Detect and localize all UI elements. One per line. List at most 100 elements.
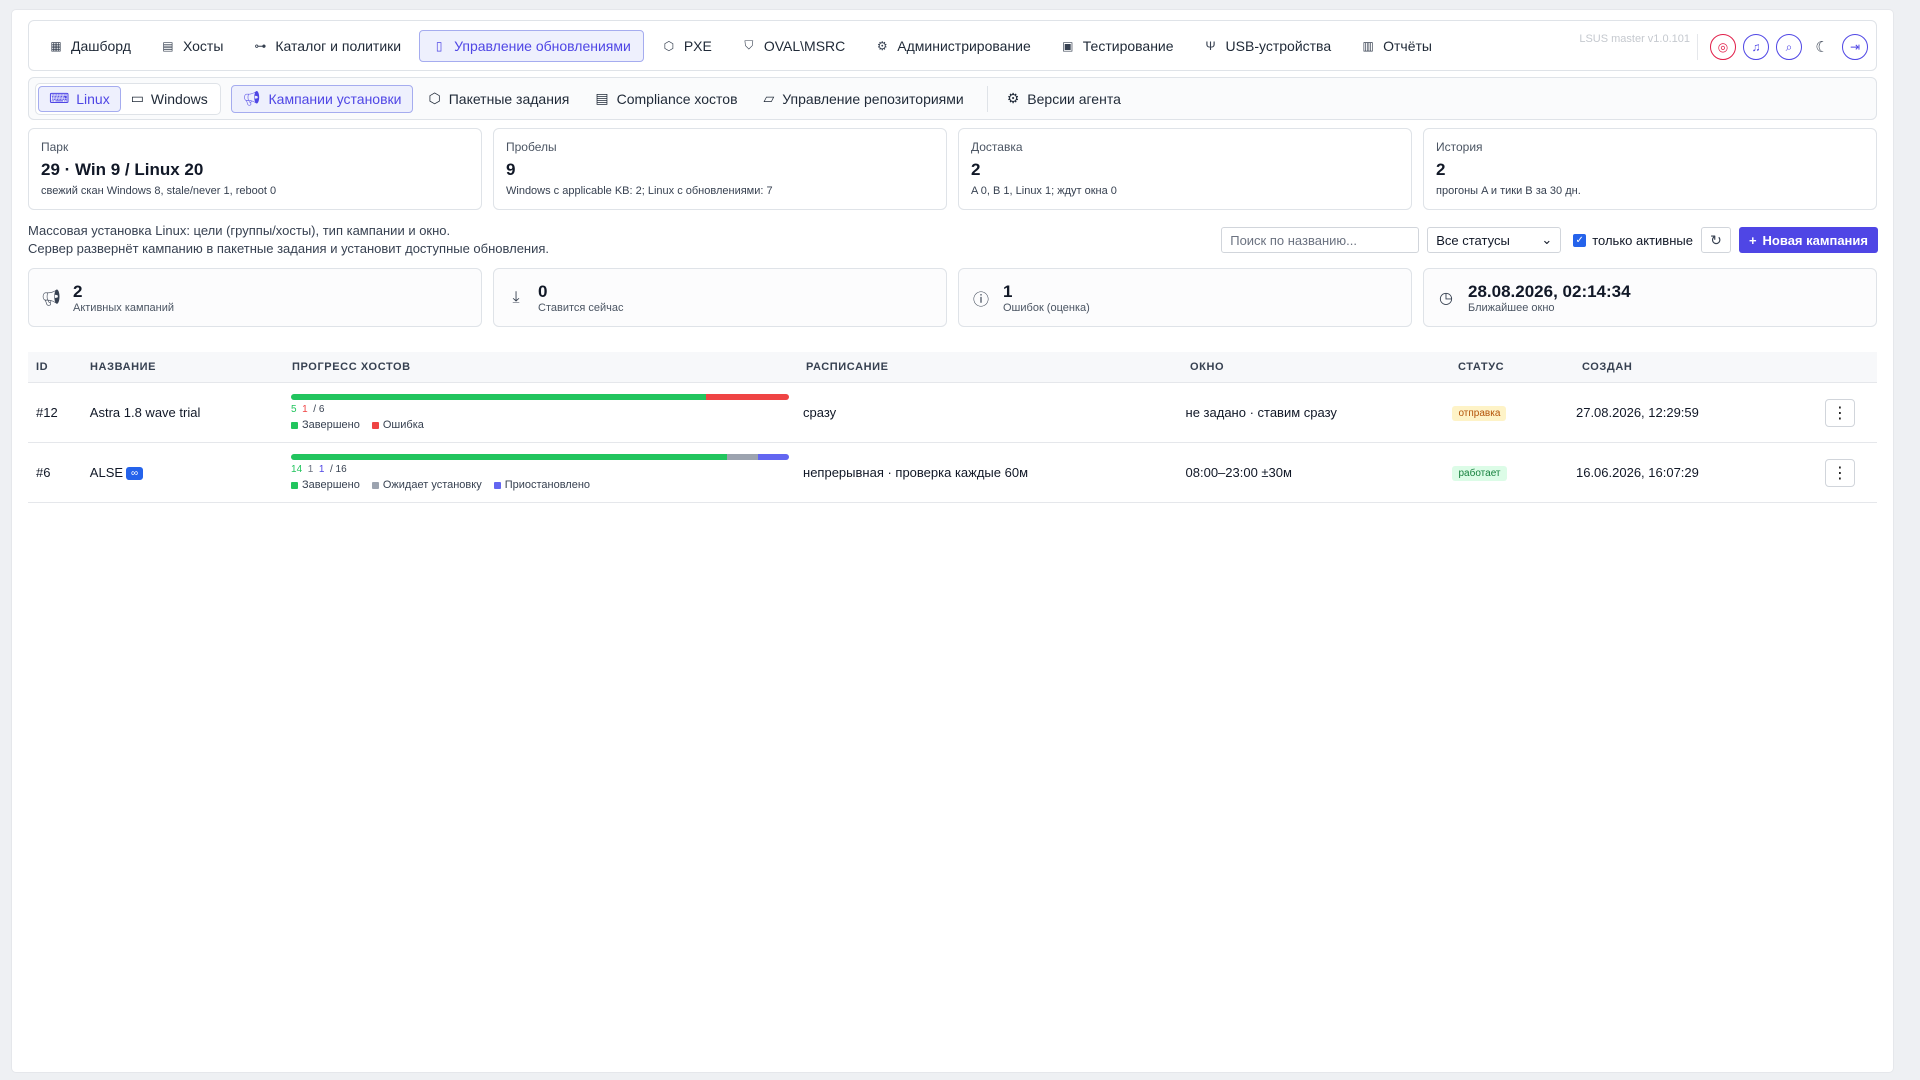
progress-counts: 14 1 1 / 16	[291, 464, 803, 475]
search-input[interactable]	[1221, 227, 1420, 253]
stat-value: 28.08.2026, 02:14:34	[1468, 281, 1631, 301]
nav-label: Хосты	[182, 37, 224, 54]
header-status[interactable]: СТАТУС	[1458, 361, 1582, 373]
nav-admin[interactable]: ⚙ Администрирование	[863, 30, 1043, 62]
tab-label: Кампании установки	[268, 90, 402, 107]
stat-label: Ошибок (оценка)	[1003, 301, 1090, 314]
nav-pxe[interactable]: ⬡ PXE	[650, 30, 724, 62]
failed-count: 1	[302, 404, 308, 415]
help-button[interactable]: ◎	[1710, 34, 1736, 60]
list-icon: ▤	[595, 90, 609, 106]
progress-paused-segment	[757, 454, 790, 460]
kpi-card: Пробелы 9 Windows с applicable KB: 2; Li…	[493, 128, 947, 210]
campaign-name[interactable]: Astra 1.8 wave trial	[90, 405, 291, 420]
nav-oval-msrc[interactable]: ⛉ OVAL\MSRC	[730, 30, 857, 62]
header-window[interactable]: ОКНО	[1190, 361, 1458, 373]
shield-icon: ⛉	[744, 38, 754, 52]
status-select-value: Все статусы	[1436, 232, 1510, 248]
download-icon: ⤓	[512, 288, 520, 306]
status-select[interactable]: Все статусы ⌄	[1427, 227, 1562, 253]
total-count: / 6	[313, 404, 325, 415]
refresh-icon: ↻	[1710, 231, 1722, 248]
header-progress[interactable]: ПРОГРЕСС ХОСТОВ	[292, 361, 806, 373]
stat-value: 1	[1003, 281, 1013, 301]
kpi-card: История 2 прогоны A и тики B за 30 дн.	[1423, 128, 1877, 210]
nav-testing[interactable]: ▣ Тестирование	[1049, 30, 1186, 62]
header-schedule[interactable]: РАСПИСАНИЕ	[806, 361, 1190, 373]
table-header: ID НАЗВАНИЕ ПРОГРЕСС ХОСТОВ РАСПИСАНИЕ О…	[28, 352, 1877, 383]
toolbar: Все статусы ⌄ ✓ только активные ↻ + Новая к…	[1221, 227, 1878, 253]
progress-done-segment	[291, 394, 707, 400]
table-row[interactable]: #6 ALSE ∞ 14 1 1 / 16 Завершено Ожидает у…	[28, 443, 1877, 503]
kpi-card: Доставка 2 A 0, B 1, Linux 1; ждут окна …	[958, 128, 1412, 210]
legend-item: Завершено	[291, 419, 360, 431]
header-created[interactable]: СОЗДАН	[1582, 361, 1832, 373]
new-campaign-button[interactable]: + Новая кампания	[1738, 227, 1878, 253]
stat-label: Ставится сейчас	[538, 301, 624, 314]
stat-value: 0	[538, 281, 548, 301]
only-active-toggle[interactable]: ✓ только активные	[1573, 233, 1693, 248]
top-navigation: ▦ Дашборд ▤ Хосты ⊶ Каталог и политики ▯ Упр…	[28, 20, 1877, 71]
usb-icon: Ψ	[1205, 38, 1216, 53]
done-count: 5	[291, 404, 297, 415]
paused-count: 1	[318, 464, 325, 475]
row-menu-button[interactable]: ⋮	[1825, 398, 1856, 427]
campaign-name-cell[interactable]: ALSE ∞	[90, 465, 291, 481]
terminal-icon: ⌨	[49, 90, 70, 106]
total-count: / 16	[329, 464, 347, 475]
status-badge: работает	[1452, 466, 1507, 481]
tree-icon: ⊶	[254, 38, 267, 53]
tab-compliance[interactable]: ▤ Compliance хостов	[584, 85, 748, 113]
kpi-label: История	[1436, 140, 1483, 154]
kpi-note: прогоны A и тики B за 30 дн.	[1436, 185, 1581, 197]
refresh-button[interactable]: ↻	[1700, 227, 1731, 253]
tab-batch-jobs[interactable]: ⬡ Пакетные задания	[417, 85, 580, 113]
legend-swatch	[371, 481, 379, 489]
tab-campaigns[interactable]: 📢︎ Кампании установки	[230, 84, 414, 113]
theme-toggle[interactable]: ☾	[1809, 34, 1835, 60]
nav-dashboard[interactable]: ▦ Дашборд	[37, 30, 143, 62]
legend-item: Ошибка	[371, 419, 424, 431]
legend-label: Ошибка	[382, 419, 424, 431]
notifications-button[interactable]: ♫	[1743, 34, 1769, 60]
campaign-created: 27.08.2026, 12:29:59	[1575, 405, 1699, 420]
row-menu-button[interactable]: ⋮	[1825, 458, 1856, 487]
legend-item: Завершено	[291, 479, 360, 491]
stat-card: ⤓ 0 Ставится сейчас	[493, 268, 947, 327]
nav-updates[interactable]: ▯ Управление обновлениями	[419, 29, 644, 62]
divider	[986, 85, 988, 112]
header-name[interactable]: НАЗВАНИЕ	[90, 361, 292, 373]
nav-label: PXE	[683, 37, 712, 54]
nav-label: Дашборд	[71, 37, 131, 54]
campaign-created: 16.06.2026, 16:07:29	[1575, 465, 1699, 480]
page-description: Массовая установка Linux: цели (группы/х…	[28, 222, 549, 258]
stat-label: Активных кампаний	[73, 301, 175, 314]
tab-label: Версии агента	[1027, 90, 1121, 107]
legend-label: Ожидает установку	[382, 479, 482, 491]
agent-icon: ⚙	[1006, 90, 1020, 106]
legend-swatch	[493, 481, 501, 489]
megaphone-icon: 📢︎	[40, 289, 62, 307]
campaign-window: 08:00–23:00 ±30м	[1185, 465, 1292, 480]
nav-usb[interactable]: Ψ USB-устройства	[1192, 30, 1344, 62]
nav-label: Управление обновлениями	[454, 37, 631, 54]
os-windows[interactable]: ▭ Windows	[121, 86, 218, 112]
nav-catalog[interactable]: ⊶ Каталог и политики	[241, 30, 413, 62]
os-linux[interactable]: ⌨ Linux	[38, 85, 121, 112]
moon-icon: ☾	[1815, 39, 1829, 56]
progress-waiting-segment	[726, 454, 758, 460]
campaigns-table: ID НАЗВАНИЕ ПРОГРЕСС ХОСТОВ РАСПИСАНИЕ О…	[28, 352, 1877, 503]
nav-hosts[interactable]: ▤ Хосты	[149, 30, 235, 62]
tab-agent-versions[interactable]: ⚙ Версии агента	[996, 85, 1132, 113]
logout-button[interactable]: ⇥	[1842, 34, 1868, 60]
tab-repositories[interactable]: ▱ Управление репозиториями	[753, 85, 975, 113]
progress-cell: 5 1 / 6 Завершено Ошибка	[291, 394, 803, 431]
header-id[interactable]: ID	[28, 361, 90, 373]
search-button[interactable]: ⌕	[1776, 34, 1802, 60]
table-row[interactable]: #12 Astra 1.8 wave trial 5 1 / 6 Заверше…	[28, 383, 1877, 443]
nav-reports[interactable]: ▥ Отчёты	[1349, 30, 1444, 62]
kpi-note: Windows с applicable KB: 2; Linux с обно…	[506, 185, 773, 197]
campaign-window: не задано · ставим сразу	[1185, 405, 1337, 420]
server-icon: ▤	[162, 38, 174, 53]
status-badge: отправка	[1452, 406, 1507, 421]
